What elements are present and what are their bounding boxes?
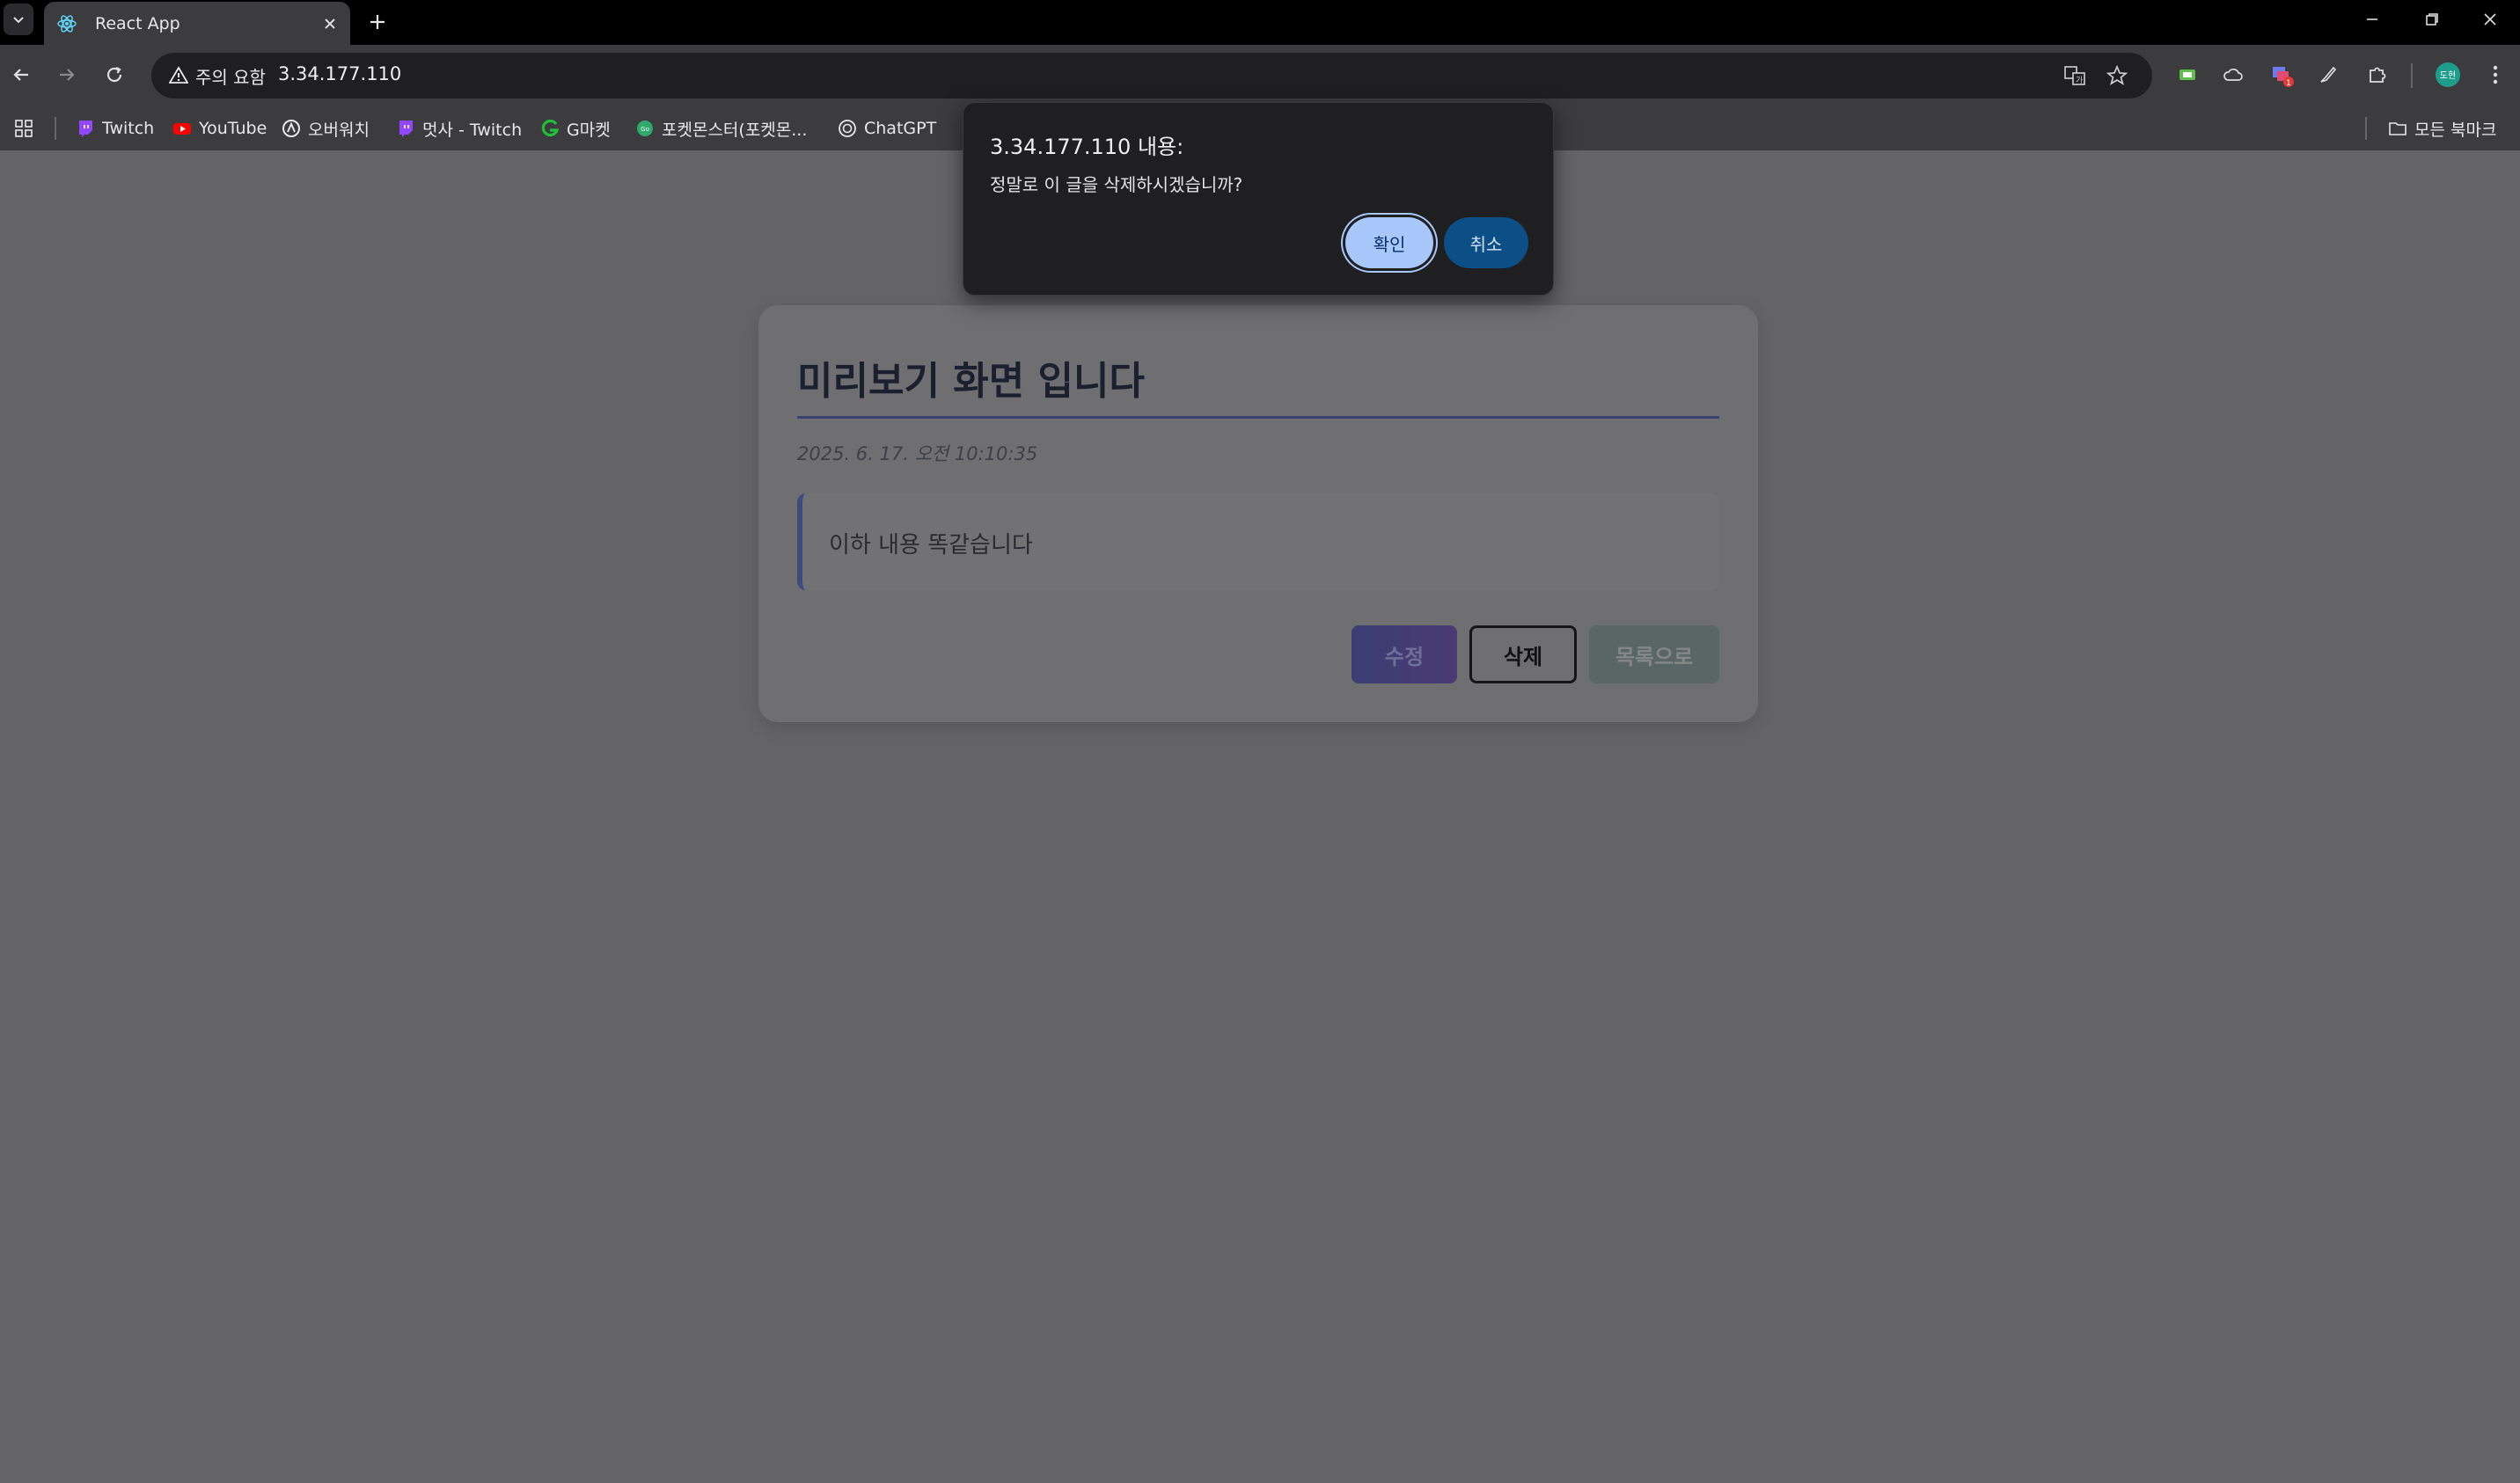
page-content: 미리보기 화면 입니다 2025. 6. 17. 오전 10:10:35 이하 … xyxy=(0,150,2520,1483)
bookmark-label: 오버워치 xyxy=(308,120,370,140)
security-chip[interactable]: 주의 요함 xyxy=(160,60,278,91)
confirm-ok-button[interactable]: 확인 xyxy=(1345,217,1433,268)
bookmark-chatgpt[interactable]: ChatGPT xyxy=(838,115,936,142)
post-content: 이하 내용 똑같습니다 xyxy=(829,532,1033,559)
url-text: 3.34.177.110 xyxy=(278,63,402,84)
bookmark-label: 포켓몬스터(포켓몬... xyxy=(662,120,808,140)
tab-title: React App xyxy=(95,13,180,33)
extension-badge-icon[interactable]: 1 xyxy=(2265,57,2300,92)
restore-button[interactable] xyxy=(2402,0,2462,39)
bookmark-overwatch[interactable]: 오버워치 xyxy=(282,115,370,142)
title-divider xyxy=(797,416,1719,419)
bookmark-star-icon[interactable] xyxy=(2103,62,2131,90)
arrow-left-icon xyxy=(13,69,28,81)
svg-text:1: 1 xyxy=(2286,79,2291,88)
dialog-title: 3.34.177.110 내용: xyxy=(990,135,1184,159)
bookmark-twitch[interactable]: Twitch xyxy=(76,115,154,142)
extensions-puzzle-icon[interactable] xyxy=(2360,57,2395,92)
arrow-right-icon xyxy=(60,69,75,81)
minimize-button[interactable] xyxy=(2342,0,2402,39)
gmarket-icon xyxy=(541,119,560,137)
dialog-message: 정말로 이 글을 삭제하시겠습니까? xyxy=(990,174,1243,195)
overwatch-icon xyxy=(282,120,300,137)
bookmark-pokemon[interactable]: Go 포켓몬스터(포켓몬... xyxy=(635,115,807,142)
bookmarks-divider xyxy=(55,117,56,140)
react-icon xyxy=(57,14,77,33)
bookmark-label: 멋사 - Twitch xyxy=(422,120,523,140)
svg-text:Go: Go xyxy=(641,126,649,133)
close-window-button[interactable] xyxy=(2460,0,2520,39)
folder-icon xyxy=(2389,122,2406,135)
chevron-down-icon xyxy=(13,17,24,24)
all-bookmarks-label: 모든 북마크 xyxy=(2414,120,2497,140)
post-card: 미리보기 화면 입니다 2025. 6. 17. 오전 10:10:35 이하 … xyxy=(758,305,1758,722)
twitch-icon xyxy=(399,121,413,137)
close-icon xyxy=(2484,13,2496,26)
confirm-dialog: 3.34.177.110 내용: 정말로 이 글을 삭제하시겠습니까? 확인 취… xyxy=(963,102,1554,296)
back-button[interactable] xyxy=(2,55,40,94)
post-date: 2025. 6. 17. 오전 10:10:35 xyxy=(797,443,1038,464)
security-label: 주의 요함 xyxy=(195,66,266,88)
browser-menu-button[interactable] xyxy=(2478,57,2513,92)
extension-green-icon[interactable] xyxy=(2170,57,2205,92)
twitch-icon xyxy=(79,121,92,137)
svg-text:도현: 도현 xyxy=(2440,70,2456,81)
reload-icon xyxy=(106,67,122,83)
apps-button[interactable] xyxy=(14,115,33,142)
bookmarks-divider xyxy=(2365,117,2367,140)
bookmark-youtube[interactable]: YouTube xyxy=(172,115,267,142)
tab-search-button[interactable] xyxy=(4,4,33,35)
confirm-cancel-button[interactable]: 취소 xyxy=(1444,217,1528,268)
edit-button[interactable]: 수정 xyxy=(1352,625,1457,683)
translate-icon[interactable]: 가 xyxy=(2061,62,2089,90)
profile-avatar[interactable]: 도현 xyxy=(2430,57,2465,92)
kebab-menu-icon xyxy=(2493,65,2498,84)
bookmark-gmarket[interactable]: G마켓 xyxy=(540,115,611,142)
svg-text:가: 가 xyxy=(2076,76,2083,85)
reload-button[interactable] xyxy=(95,55,134,94)
bookmark-meotsa-twitch[interactable]: 멋사 - Twitch xyxy=(396,115,522,142)
post-content-box: 이하 내용 똑같습니다 xyxy=(797,493,1719,590)
bookmark-label: YouTube xyxy=(199,119,267,138)
pokemon-icon: Go xyxy=(637,121,653,136)
new-tab-button[interactable] xyxy=(363,7,392,37)
extension-brush-icon[interactable] xyxy=(2311,57,2346,92)
browser-window: React App 주의 요함 3.34.177.110 가 1 도현 Twit… xyxy=(0,0,2520,1483)
close-tab-icon[interactable] xyxy=(317,11,343,37)
tab-react-app[interactable]: React App xyxy=(44,2,350,45)
chatgpt-icon xyxy=(839,120,856,137)
all-bookmarks-folder[interactable]: 모든 북마크 xyxy=(2388,115,2496,142)
extension-cloud-icon[interactable] xyxy=(2216,57,2251,92)
navigation-bar: 주의 요함 3.34.177.110 가 1 도현 xyxy=(0,45,2520,106)
youtube-icon xyxy=(173,123,191,135)
bookmark-label: G마켓 xyxy=(567,120,611,140)
plus-icon xyxy=(370,15,385,29)
apps-grid-icon xyxy=(15,120,33,137)
post-title: 미리보기 화면 입니다 xyxy=(797,359,1145,404)
toolbar-divider xyxy=(2411,63,2413,88)
tab-bar: React App xyxy=(0,0,2520,45)
delete-button[interactable]: 삭제 xyxy=(1469,625,1577,683)
back-to-list-button[interactable]: 목록으로 xyxy=(1589,625,1719,683)
bookmark-label: Twitch xyxy=(102,119,155,138)
bookmark-label: ChatGPT xyxy=(864,119,937,138)
restore-icon xyxy=(2426,13,2438,26)
warning-icon xyxy=(169,66,188,84)
minimize-icon xyxy=(2367,18,2377,20)
forward-button[interactable] xyxy=(48,55,86,94)
address-bar[interactable]: 주의 요함 3.34.177.110 가 xyxy=(151,53,2152,99)
